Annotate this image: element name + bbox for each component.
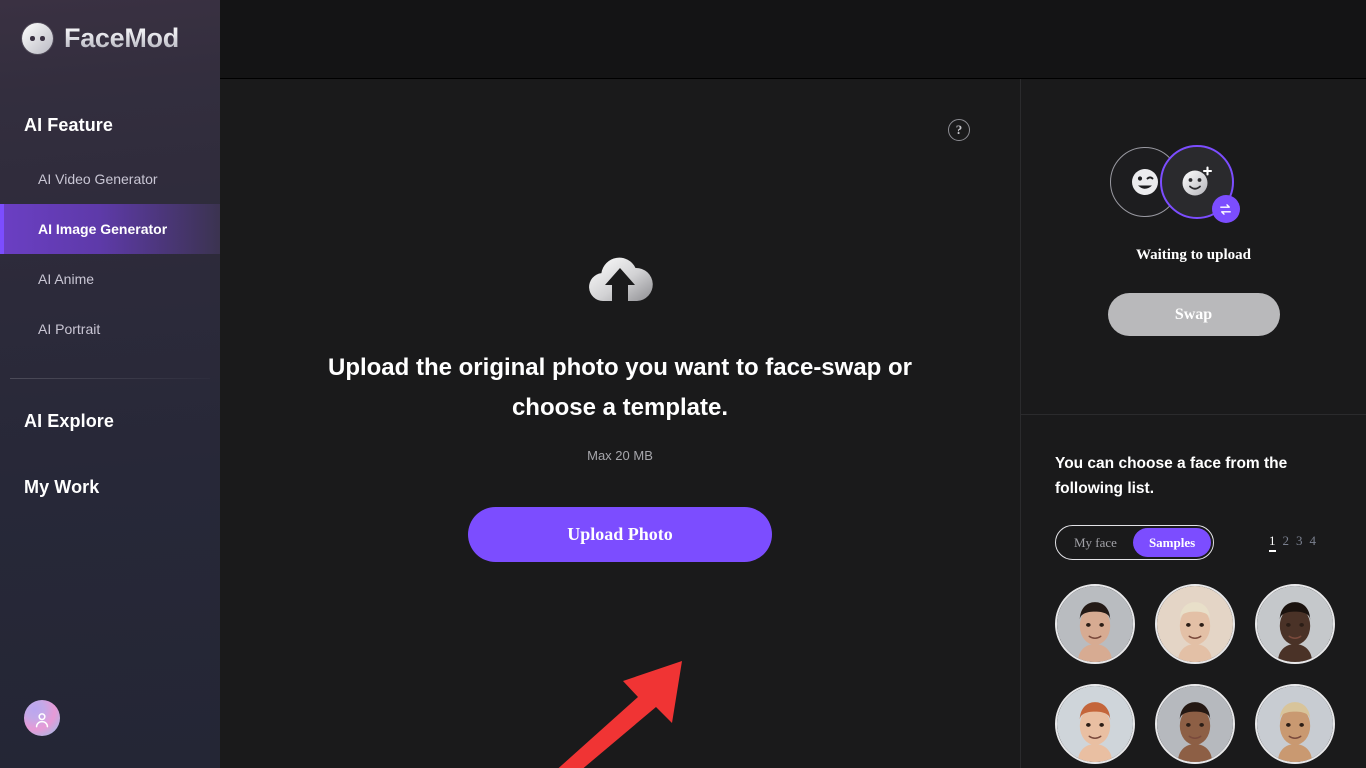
face-circle-icon — [22, 23, 53, 54]
sidebar: FaceMod AI Feature AI Video Generator AI… — [0, 0, 220, 768]
upload-canvas[interactable]: ? Upload the original photo you want to … — [220, 79, 1021, 768]
question-mark-icon[interactable]: ? — [948, 119, 970, 141]
brand-logo[interactable]: FaceMod — [0, 0, 220, 54]
swap-arrows-icon[interactable] — [1211, 195, 1240, 223]
swap-preview-section: Waiting to upload Swap — [1021, 79, 1366, 415]
sidebar-item-ai-portrait[interactable]: AI Portrait — [0, 304, 220, 354]
face-thumbnail[interactable] — [1155, 684, 1235, 764]
cloud-upload-icon — [585, 251, 655, 307]
sidebar-item-ai-explore[interactable]: AI Explore — [0, 411, 220, 432]
app-root: FaceMod AI Feature AI Video Generator AI… — [0, 0, 1366, 768]
sidebar-item-label: AI Portrait — [38, 321, 101, 337]
face-thumbnail[interactable] — [1155, 584, 1235, 664]
sidebar-nav: AI Video Generator AI Image Generator AI… — [0, 154, 220, 354]
red-arrow-icon — [558, 661, 682, 768]
top-header-bar — [220, 0, 1366, 79]
pagination: 1 2 3 4 — [1269, 533, 1316, 552]
face-thumbnail[interactable] — [1255, 684, 1335, 764]
sidebar-item-ai-video-generator[interactable]: AI Video Generator — [0, 154, 220, 204]
upload-photo-button[interactable]: Upload Photo — [468, 507, 772, 562]
user-avatar-icon[interactable] — [24, 700, 60, 736]
face-library-title: You can choose a face from the following… — [1055, 455, 1288, 497]
sidebar-item-label: AI Anime — [38, 271, 95, 287]
page-4[interactable]: 4 — [1310, 533, 1317, 552]
sidebar-item-my-work[interactable]: My Work — [0, 477, 220, 498]
face-source-toggle[interactable]: My face Samples — [1055, 525, 1215, 560]
swap-status-text: Waiting to upload — [1135, 247, 1252, 263]
page-title: Upload the original photo you want to fa… — [327, 354, 912, 421]
page-2[interactable]: 2 — [1283, 533, 1290, 552]
face-pair — [1098, 145, 1290, 231]
sidebar-divider — [10, 378, 210, 379]
page-3[interactable]: 3 — [1296, 533, 1303, 552]
workspace: ? Upload the original photo you want to … — [220, 79, 1366, 768]
face-library-section: You can choose a face from the following… — [1021, 415, 1366, 768]
sidebar-item-ai-anime[interactable]: AI Anime — [0, 254, 220, 304]
sidebar-item-label: AI Video Generator — [38, 171, 158, 187]
max-size-note: Max 20 MB — [587, 448, 653, 463]
face-thumbnail[interactable] — [1055, 584, 1135, 664]
brand-name: FaceMod — [64, 23, 179, 53]
face-thumbnail-grid — [1055, 584, 1342, 764]
face-library-controls: My face Samples 1 2 3 4 — [1055, 525, 1342, 560]
face-thumbnail[interactable] — [1255, 584, 1335, 664]
sidebar-section-ai-feature: AI Feature — [24, 115, 114, 135]
face-swap-panel: Waiting to upload Swap You can choose a … — [1021, 79, 1366, 768]
face-thumbnail[interactable] — [1055, 684, 1135, 764]
stage: ? Upload the original photo you want to … — [220, 0, 1366, 768]
segment-my-face[interactable]: My face — [1058, 528, 1133, 557]
page-1[interactable]: 1 — [1269, 533, 1276, 552]
sidebar-item-label: AI Image Generator — [38, 221, 168, 237]
swap-button[interactable]: Swap — [1107, 293, 1280, 336]
segment-samples[interactable]: Samples — [1132, 528, 1212, 557]
sidebar-item-ai-image-generator[interactable]: AI Image Generator — [0, 204, 220, 254]
